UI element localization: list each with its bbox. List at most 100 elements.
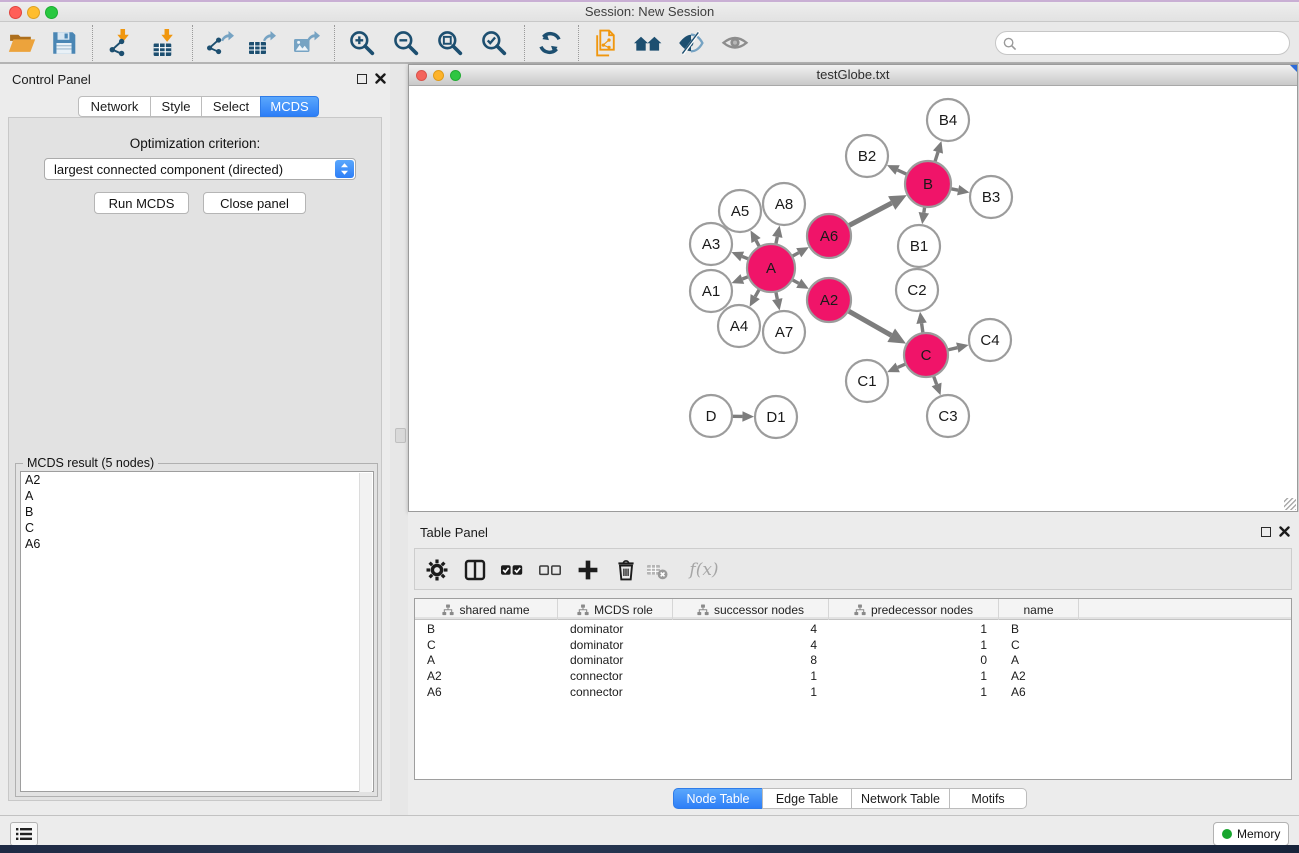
show-column-button[interactable]	[462, 557, 488, 583]
mcds-result-list[interactable]: A2ABCA6	[20, 471, 374, 792]
column-header-mcds-role[interactable]: MCDS role	[558, 599, 673, 620]
result-scrollbar[interactable]	[359, 473, 372, 792]
import-network-button[interactable]	[104, 26, 138, 60]
create-column-button[interactable]	[575, 557, 601, 583]
open-file-button[interactable]	[5, 26, 39, 60]
tab-select[interactable]: Select	[201, 96, 261, 117]
birdseye-view-button[interactable]	[718, 26, 752, 60]
cell-name[interactable]: A	[999, 652, 1079, 668]
network-minimize-button[interactable]	[433, 70, 444, 81]
export-table-button[interactable]	[245, 26, 279, 60]
unselect-all-button[interactable]	[537, 557, 563, 583]
tab-motifs[interactable]: Motifs	[949, 788, 1027, 809]
table-row-b[interactable]: Bdominator41B	[415, 621, 1291, 637]
cell-mcds_role[interactable]: dominator	[558, 652, 673, 668]
edge-A-A4[interactable]	[755, 289, 759, 297]
cell-successor_nodes[interactable]: 8	[673, 652, 829, 668]
cell-shared_name[interactable]: A	[415, 652, 558, 668]
node-table-header[interactable]: shared nameMCDS rolesuccessor nodesprede…	[415, 599, 1291, 620]
cell-name[interactable]: A2	[999, 668, 1079, 684]
table-row-c[interactable]: Cdominator41C	[415, 637, 1291, 653]
tab-edge-table[interactable]: Edge Table	[762, 788, 852, 809]
table-row-a2[interactable]: A2connector11A2	[415, 668, 1291, 684]
result-item-a[interactable]: A	[21, 488, 373, 504]
delete-columns-button[interactable]	[613, 557, 639, 583]
column-header-name[interactable]: name	[999, 599, 1079, 620]
zoom-out-button[interactable]	[389, 26, 423, 60]
result-item-c[interactable]: C	[21, 520, 373, 536]
criterion-dropdown[interactable]: largest connected component (directed)	[44, 158, 356, 180]
cell-predecessor_nodes[interactable]: 0	[829, 652, 999, 668]
result-item-a6[interactable]: A6	[21, 536, 373, 552]
table-row-a[interactable]: Adominator80A	[415, 652, 1291, 668]
result-item-a2[interactable]: A2	[21, 472, 373, 488]
tab-mcds[interactable]: MCDS	[260, 96, 319, 117]
edge-B-B3[interactable]	[951, 189, 959, 191]
zoom-selected-button[interactable]	[477, 26, 511, 60]
network-close-button[interactable]	[416, 70, 427, 81]
cell-successor_nodes[interactable]: 4	[673, 637, 829, 653]
cell-predecessor_nodes[interactable]: 1	[829, 684, 999, 700]
float-panel-icon[interactable]	[357, 74, 367, 84]
zoom-fit-button[interactable]	[433, 26, 467, 60]
export-network-button[interactable]	[203, 26, 237, 60]
edge-B-B4[interactable]	[935, 152, 938, 162]
edge-A-A2[interactable]	[792, 280, 799, 284]
network-zoom-button[interactable]	[450, 70, 461, 81]
network-window-titlebar[interactable]: testGlobe.txt	[409, 65, 1297, 86]
tab-network[interactable]: Network	[78, 96, 151, 117]
result-item-b[interactable]: B	[21, 504, 373, 520]
import-table-button[interactable]	[147, 26, 181, 60]
tab-node-table[interactable]: Node Table	[673, 788, 763, 809]
close-panel-button[interactable]: Close panel	[203, 192, 306, 214]
zoom-in-button[interactable]	[345, 26, 379, 60]
search-box[interactable]	[995, 31, 1290, 55]
close-table-panel-icon[interactable]	[1279, 526, 1290, 537]
cell-mcds_role[interactable]: dominator	[558, 637, 673, 653]
cell-name[interactable]: B	[999, 621, 1079, 637]
edge-C-C1[interactable]	[898, 364, 906, 368]
window-resize-grip[interactable]	[1284, 498, 1296, 510]
cell-predecessor_nodes[interactable]: 1	[829, 637, 999, 653]
cell-predecessor_nodes[interactable]: 1	[829, 668, 999, 684]
edge-A2-C[interactable]	[848, 311, 891, 335]
network-canvas[interactable]: AA1A2A3A4A5A6A7A8BB1B2B3B4CC1C2C3C4DD1	[409, 86, 1297, 511]
cell-mcds_role[interactable]: connector	[558, 668, 673, 684]
cell-successor_nodes[interactable]: 4	[673, 621, 829, 637]
export-image-button[interactable]	[289, 26, 323, 60]
cell-shared_name[interactable]: C	[415, 637, 558, 653]
cell-mcds_role[interactable]: connector	[558, 684, 673, 700]
edge-C-C2[interactable]	[922, 323, 923, 333]
cell-shared_name[interactable]: A2	[415, 668, 558, 684]
column-header-shared-name[interactable]: shared name	[415, 599, 558, 620]
edge-C-C3[interactable]	[933, 376, 936, 385]
memory-button[interactable]: Memory	[1213, 822, 1289, 846]
edge-A-A6[interactable]	[792, 253, 799, 257]
tab-style[interactable]: Style	[150, 96, 202, 117]
apply-preferred-layout-button[interactable]	[533, 26, 567, 60]
cell-successor_nodes[interactable]: 1	[673, 668, 829, 684]
edge-A6-B[interactable]	[848, 203, 891, 226]
close-panel-icon[interactable]	[375, 73, 386, 84]
run-mcds-button[interactable]: Run MCDS	[94, 192, 189, 214]
show-panels-list-button[interactable]	[10, 822, 38, 846]
table-row-a6[interactable]: A6connector11A6	[415, 684, 1291, 700]
edge-B-B2[interactable]	[898, 170, 908, 174]
cell-shared_name[interactable]: A6	[415, 684, 558, 700]
cell-mcds_role[interactable]: dominator	[558, 621, 673, 637]
network-graph[interactable]: AA1A2A3A4A5A6A7A8BB1B2B3B4CC1C2C3C4DD1	[409, 86, 1297, 511]
edge-C-C4[interactable]	[947, 348, 957, 350]
open-network-document-button[interactable]	[589, 26, 623, 60]
edge-A-A8[interactable]	[776, 237, 778, 245]
column-header-successor-nodes[interactable]: successor nodes	[673, 599, 829, 620]
hide-graphics-details-button[interactable]	[674, 26, 708, 60]
cell-predecessor_nodes[interactable]: 1	[829, 621, 999, 637]
vertical-splitter-grip[interactable]	[395, 428, 406, 443]
edge-A-A7[interactable]	[776, 292, 778, 300]
save-session-button[interactable]	[47, 26, 81, 60]
cell-successor_nodes[interactable]: 1	[673, 684, 829, 700]
column-header-predecessor-nodes[interactable]: predecessor nodes	[829, 599, 999, 620]
tab-network-table[interactable]: Network Table	[851, 788, 950, 809]
cell-name[interactable]: C	[999, 637, 1079, 653]
cell-shared_name[interactable]: B	[415, 621, 558, 637]
